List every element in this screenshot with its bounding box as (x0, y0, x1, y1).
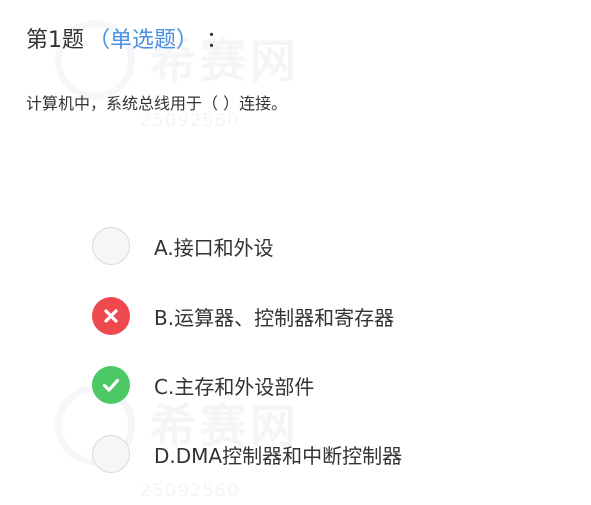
option-label: B.运算器、控制器和寄存器 (154, 305, 395, 330)
cross-icon[interactable] (92, 297, 130, 335)
empty-radio-icon[interactable] (92, 227, 130, 265)
option-label: A.接口和外设 (154, 235, 274, 260)
option-label: C.主存和外设部件 (154, 374, 315, 399)
option-d[interactable]: D.DMA控制器和中断控制器 (92, 433, 402, 475)
question-number: 第1题 (26, 28, 84, 53)
question-text: 计算机中，系统总线用于（ ）连接。 (26, 94, 288, 113)
question-colon: ： (206, 28, 229, 53)
empty-radio-icon[interactable] (92, 435, 130, 473)
option-label: D.DMA控制器和中断控制器 (154, 443, 403, 468)
check-icon[interactable] (92, 366, 130, 404)
option-b[interactable]: B.运算器、控制器和寄存器 (92, 295, 394, 337)
question-type: （单选题） (88, 28, 199, 53)
question-header: 第1题 （单选题） ： (26, 20, 228, 56)
option-c[interactable]: C.主存和外设部件 (92, 364, 314, 406)
option-a[interactable]: A.接口和外设 (92, 225, 274, 267)
